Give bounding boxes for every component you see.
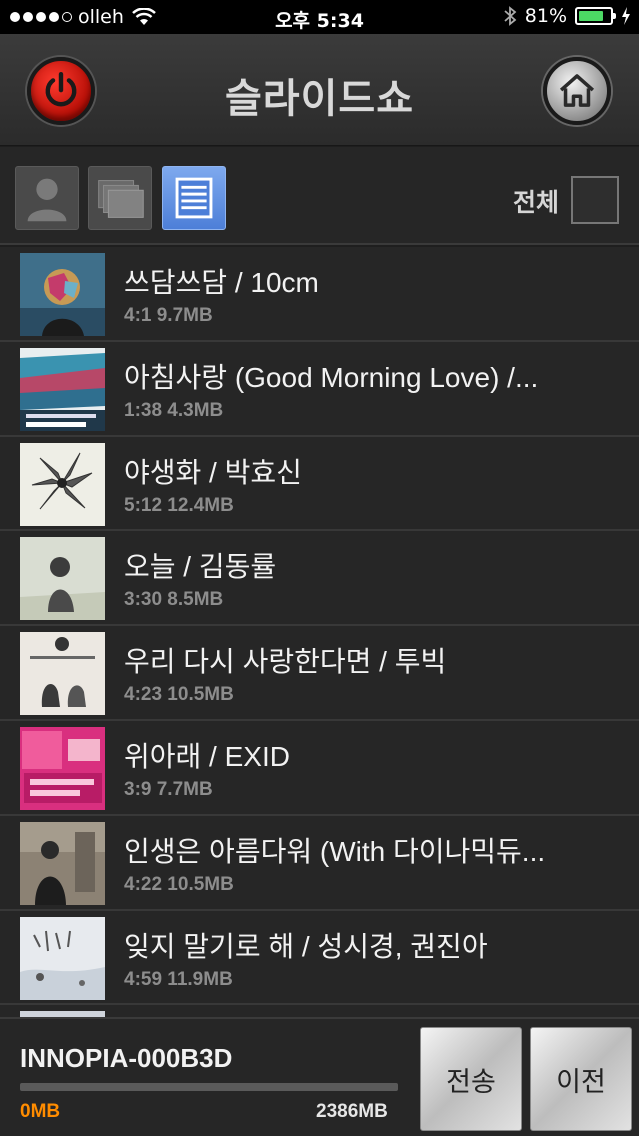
tab-folder[interactable]	[88, 166, 152, 230]
song-meta: 4:23 10.5MB	[124, 684, 234, 706]
tab-list[interactable]	[162, 166, 226, 230]
storage-total: 2386MB	[316, 1101, 388, 1122]
charging-icon	[622, 7, 630, 25]
list-item[interactable]: 위아래 / EXID 3:9 7.7MB	[0, 720, 639, 816]
tab-person[interactable]	[15, 166, 79, 230]
folder-icon	[98, 180, 144, 218]
list-icon	[175, 177, 213, 219]
song-title: 아침사랑 (Good Morning Love) /...	[124, 361, 539, 393]
list-item[interactable]: 아침사랑 (Good Morning Love) /... 1:38 4.3MB	[0, 341, 639, 437]
battery-fill	[579, 11, 604, 21]
list-item[interactable]: 인생은 아름다워 (With 다이나믹듀... 4:22 10.5MB	[0, 815, 639, 911]
device-name: INNOPIA-000B3D	[20, 1043, 233, 1073]
song-title: 잊지 말기로 해 / 성시경, 권진아	[124, 930, 488, 962]
select-all-label: 전체	[512, 189, 559, 217]
album-art	[20, 442, 105, 526]
album-art	[20, 253, 105, 336]
song-title: 오늘 / 김동률	[124, 551, 277, 583]
list-item[interactable]: 쓰담쓰담 / 10cm 4:1 9.7MB	[0, 247, 639, 342]
filter-bar: 전체	[0, 147, 639, 245]
send-button[interactable]: 전송	[420, 1027, 522, 1131]
song-meta: 1:38 4.3MB	[124, 399, 224, 421]
person-icon	[27, 178, 67, 222]
list-item[interactable]: 우리 다시 사랑한다면 / 투빅 4:23 10.5MB	[0, 626, 639, 721]
song-meta: 4:22 10.5MB	[124, 873, 234, 895]
battery-icon	[575, 7, 616, 25]
list-item[interactable]: 잊지 말기로 해 / 성시경, 권진아 4:59 11.9MB	[0, 910, 639, 1006]
album-art	[20, 916, 105, 1000]
song-meta: 4:1 9.7MB	[124, 305, 213, 326]
status-right: 81%	[503, 5, 631, 27]
album-art	[20, 821, 105, 905]
album-art	[20, 537, 105, 621]
song-meta: 3:30 8.5MB	[124, 589, 224, 611]
previous-button[interactable]: 이전	[530, 1027, 632, 1131]
home-button[interactable]	[543, 57, 611, 125]
battery-percent: 81%	[524, 5, 567, 27]
song-title: 쓰담쓰담 / 10cm	[124, 267, 319, 298]
song-title: 야생화 / 박효신	[124, 456, 302, 488]
bluetooth-icon	[504, 6, 517, 26]
song-title: 우리 다시 사랑한다면 / 투빅	[124, 646, 447, 678]
list-item[interactable]: 오늘 / 김동률 3:30 8.5MB	[0, 531, 639, 627]
header-bar: 슬라이드쇼	[0, 34, 639, 146]
song-meta: 5:12 12.4MB	[124, 494, 234, 516]
song-title: 위아래 / EXID	[124, 740, 290, 772]
storage-used: 0MB	[20, 1101, 61, 1122]
album-art	[20, 726, 105, 810]
album-art	[20, 347, 105, 431]
song-list[interactable]: 쓰담쓰담 / 10cm 4:1 9.7MB 아침사랑 (Good Morning…	[0, 247, 639, 1017]
list-item-partial[interactable]	[0, 1005, 639, 1017]
song-meta: 4:59 11.9MB	[124, 968, 233, 990]
song-meta: 3:9 7.7MB	[124, 778, 213, 800]
storage-progress-bar	[20, 1083, 398, 1091]
home-icon	[559, 74, 595, 107]
song-title: 인생은 아름다워 (With 다이나믹듀...	[124, 835, 546, 867]
album-art	[20, 632, 105, 716]
select-all-checkbox[interactable]	[571, 176, 619, 224]
status-bar: olleh 오후 5:34 81%	[0, 0, 639, 34]
list-item[interactable]: 야생화 / 박효신 5:12 12.4MB	[0, 436, 639, 532]
footer-bar: INNOPIA-000B3D 0MB 2386MB 전송 이전	[0, 1017, 639, 1136]
